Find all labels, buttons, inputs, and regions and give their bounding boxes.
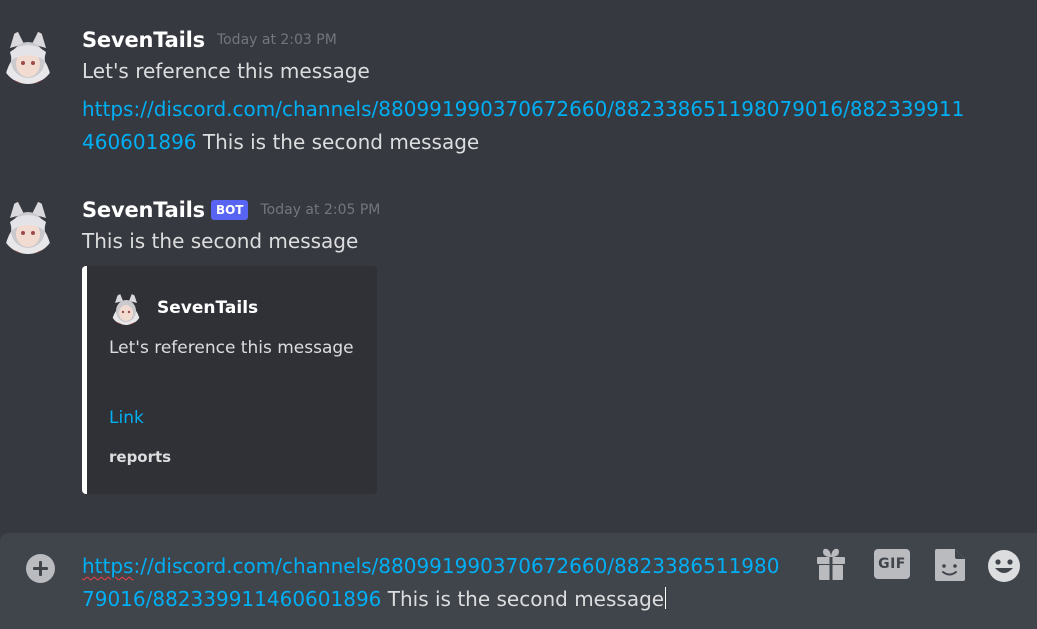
- embed-author: SevenTails: [109, 290, 258, 326]
- message-header: SevenTails BOT Today at 2:05 PM: [82, 196, 380, 224]
- composer-link-scheme: https: [82, 554, 134, 578]
- sticker-icon[interactable]: [933, 547, 967, 583]
- message-composer: https://discord.com/channels/88099199037…: [0, 533, 1037, 629]
- username[interactable]: SevenTails: [82, 28, 205, 52]
- message-embed: SevenTails Let's reference this message …: [82, 266, 377, 494]
- timestamp: Today at 2:03 PM: [216, 32, 337, 48]
- message-input[interactable]: https://discord.com/channels/88099199037…: [82, 550, 782, 616]
- message-text: This is the second message: [82, 229, 359, 253]
- message-link-trailing-text: This is the second message: [196, 130, 480, 154]
- embed-footer: reports: [109, 448, 172, 466]
- gif-icon[interactable]: GIF: [874, 549, 910, 581]
- embed-link[interactable]: Link: [109, 408, 144, 428]
- embed-author-name[interactable]: SevenTails: [157, 298, 258, 318]
- username[interactable]: SevenTails: [82, 198, 205, 222]
- bot-avatar[interactable]: [0, 196, 56, 256]
- composer-text: This is the second message: [381, 587, 665, 611]
- user-avatar[interactable]: [0, 26, 56, 86]
- text-caret: [665, 587, 667, 609]
- embed-description: Let's reference this message: [109, 338, 354, 358]
- plus-circle-icon[interactable]: [26, 554, 55, 583]
- embed-author-avatar: [110, 293, 142, 325]
- gif-label: GIF: [874, 549, 910, 579]
- message-header: SevenTails Today at 2:03 PM: [82, 26, 337, 54]
- message-text: Let's reference this message: [82, 59, 370, 83]
- timestamp: Today at 2:05 PM: [260, 202, 381, 218]
- bot-badge: BOT: [210, 200, 249, 220]
- gift-icon[interactable]: [814, 547, 848, 583]
- message-link-block: https://discord.com/channels/88099199037…: [82, 93, 972, 159]
- message-1: SevenTails Today at 2:03 PM Let's refere…: [0, 26, 1037, 166]
- emoji-icon[interactable]: [986, 547, 1022, 583]
